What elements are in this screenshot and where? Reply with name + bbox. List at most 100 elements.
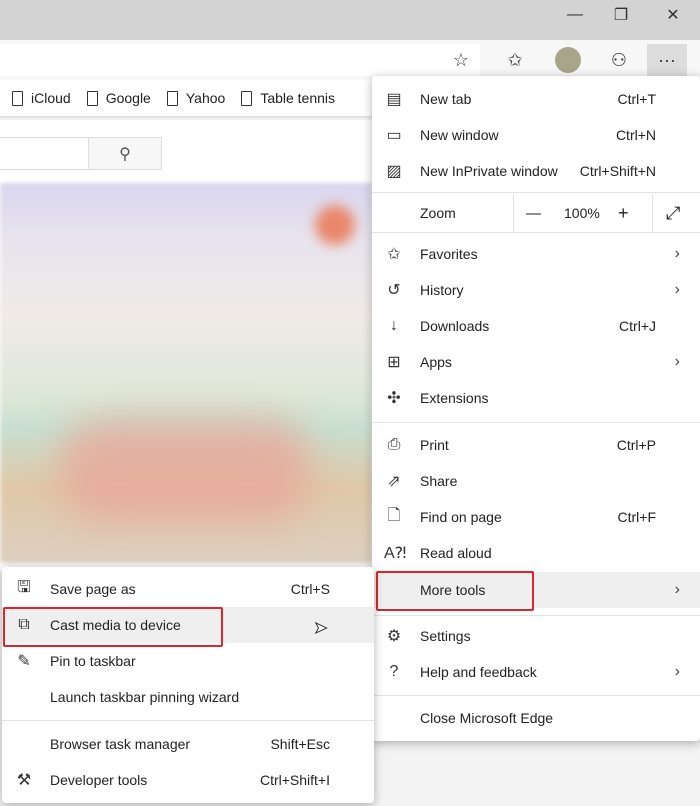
label: Help and feedback — [420, 664, 537, 680]
label: Favorites — [420, 246, 478, 262]
label: Pin to taskbar — [50, 653, 136, 669]
menu-apps[interactable]: ⊞ Apps › — [372, 344, 700, 380]
menu-task-manager[interactable]: Browser task manager Shift+Esc — [2, 726, 374, 762]
divider — [372, 615, 700, 616]
menu-pin-taskbar[interactable]: ✎ Pin to taskbar — [2, 643, 374, 679]
shortcut: Ctrl+N — [615, 127, 656, 143]
menu-downloads[interactable]: ↓ Downloads Ctrl+J — [372, 308, 700, 344]
shortcut: Ctrl+P — [616, 437, 656, 453]
label: Extensions — [420, 390, 489, 406]
favorites-list-icon[interactable]: ✩ — [497, 44, 533, 76]
bookmark-label: iCloud — [31, 90, 71, 106]
fullscreen-icon[interactable]: ⤢ — [666, 203, 680, 224]
shortcut: Ctrl+Shift+N — [579, 163, 656, 179]
bookmark-label: Yahoo — [185, 90, 226, 106]
highlight-box — [376, 571, 534, 611]
inprivate-icon: ▨ — [386, 163, 402, 180]
divider — [372, 232, 700, 233]
divider — [372, 422, 700, 423]
label: Save page as — [50, 581, 136, 597]
search-button[interactable]: ⚲ — [88, 137, 162, 170]
highlight-box — [3, 607, 223, 647]
help-icon: ? — [389, 663, 399, 680]
chevron-right-icon: › — [674, 281, 680, 298]
find-icon: 🗋 — [387, 506, 401, 524]
bookmark-yahoo[interactable]: Yahoo — [166, 90, 226, 106]
favorite-star-icon[interactable]: ☆ — [443, 44, 479, 76]
label: History — [420, 282, 464, 298]
label: New InPrivate window — [420, 163, 558, 179]
shortcut: Shift+Esc — [270, 736, 330, 752]
chevron-right-icon: › — [674, 353, 680, 370]
bookmark-label: Table tennis — [260, 90, 336, 106]
favorites-icon: ✩ — [387, 246, 401, 263]
blurred-image — [60, 420, 310, 520]
window-icon: ▭ — [386, 127, 402, 144]
devtools-icon: ⚒ — [16, 772, 32, 789]
close-window-button[interactable]: ✕ — [650, 0, 696, 30]
menu-new-tab[interactable]: ▤ New tab Ctrl+T — [372, 81, 700, 117]
menu-read-aloud[interactable]: A⁈ Read aloud — [372, 535, 700, 571]
download-icon: ↓ — [390, 317, 398, 334]
blurred-image — [315, 205, 355, 245]
menu-history[interactable]: ↺ History › — [372, 272, 700, 308]
chevron-right-icon: › — [674, 663, 680, 680]
page-icon — [166, 90, 178, 106]
save-icon: 🖫 — [17, 578, 31, 596]
label: Apps — [420, 354, 452, 370]
zoom-in-button[interactable]: + — [618, 203, 629, 224]
menu-developer-tools[interactable]: ⚒ Developer tools Ctrl+Shift+I — [2, 762, 374, 798]
menu-new-window[interactable]: ▭ New window Ctrl+N — [372, 117, 700, 153]
address-bar[interactable] — [0, 44, 480, 76]
zoom-value: 100% — [564, 205, 600, 221]
menu-inprivate[interactable]: ▨ New InPrivate window Ctrl+Shift+N — [372, 153, 700, 189]
more-button[interactable]: ··· — [647, 44, 687, 76]
more-tools-submenu: 🖫 Save page as Ctrl+S ⧉ Cast media to devic… — [2, 567, 374, 803]
apps-icon: ⊞ — [387, 354, 401, 371]
bookmark-icloud[interactable]: iCloud — [12, 90, 71, 106]
printer-icon: ⎙ — [387, 436, 401, 453]
label: Launch taskbar pinning wizard — [50, 689, 240, 705]
menu-extensions[interactable]: ✣ Extensions — [372, 380, 700, 416]
mouse-cursor-icon: ➤ — [313, 620, 328, 638]
bookmark-table-tennis[interactable]: Table tennis — [241, 90, 335, 106]
label: Close Microsoft Edge — [420, 710, 554, 726]
profile-avatar[interactable] — [550, 44, 586, 76]
divider — [372, 192, 700, 193]
shortcut: Ctrl+J — [619, 318, 656, 334]
label: Find on page — [420, 509, 502, 525]
menu-help[interactable]: ? Help and feedback › — [372, 654, 700, 690]
divider — [372, 695, 700, 696]
label: Browser task manager — [50, 736, 191, 752]
menu-pinning-wizard[interactable]: Launch taskbar pinning wizard — [2, 679, 374, 715]
share-icon: ⇗ — [387, 473, 401, 490]
menu-close-edge[interactable]: Close Microsoft Edge — [372, 700, 700, 736]
restore-button[interactable]: ❐ — [598, 0, 644, 30]
feedback-icon[interactable]: ⚇ — [601, 44, 637, 76]
menu-share[interactable]: ⇗ Share — [372, 463, 700, 499]
menu-print[interactable]: ⎙ Print Ctrl+P — [372, 427, 700, 463]
menu-zoom: Zoom — 100% + ⤢ — [372, 194, 700, 232]
shortcut: Ctrl+Shift+I — [259, 772, 330, 788]
chevron-right-icon: › — [674, 245, 680, 262]
zoom-out-button[interactable]: — — [526, 205, 541, 222]
label: Zoom — [420, 205, 456, 221]
menu-find[interactable]: 🗋 Find on page Ctrl+F — [372, 499, 700, 535]
minimize-button[interactable]: — — [552, 0, 598, 30]
search-icon: ⚲ — [119, 145, 131, 163]
label: Settings — [420, 628, 471, 644]
menu-settings[interactable]: ⚙ Settings — [372, 618, 700, 654]
menu-save-page[interactable]: 🖫 Save page as Ctrl+S — [2, 571, 374, 607]
bookmarks-bar: iCloud Google Yahoo Table tennis — [0, 80, 372, 118]
shortcut: Ctrl+T — [617, 91, 657, 107]
menu-favorites[interactable]: ✩ Favorites › — [372, 236, 700, 272]
label: Read aloud — [420, 545, 492, 561]
page-icon — [12, 90, 23, 106]
bookmark-google[interactable]: Google — [86, 90, 151, 106]
read-aloud-icon: A⁈ — [384, 545, 407, 562]
label: Share — [420, 473, 458, 489]
label: Developer tools — [50, 772, 148, 788]
settings-menu: ▤ New tab Ctrl+T ▭ New window Ctrl+N ▨ New In… — [372, 76, 700, 741]
page-icon — [241, 90, 253, 106]
new-tab-icon: ▤ — [386, 91, 402, 108]
